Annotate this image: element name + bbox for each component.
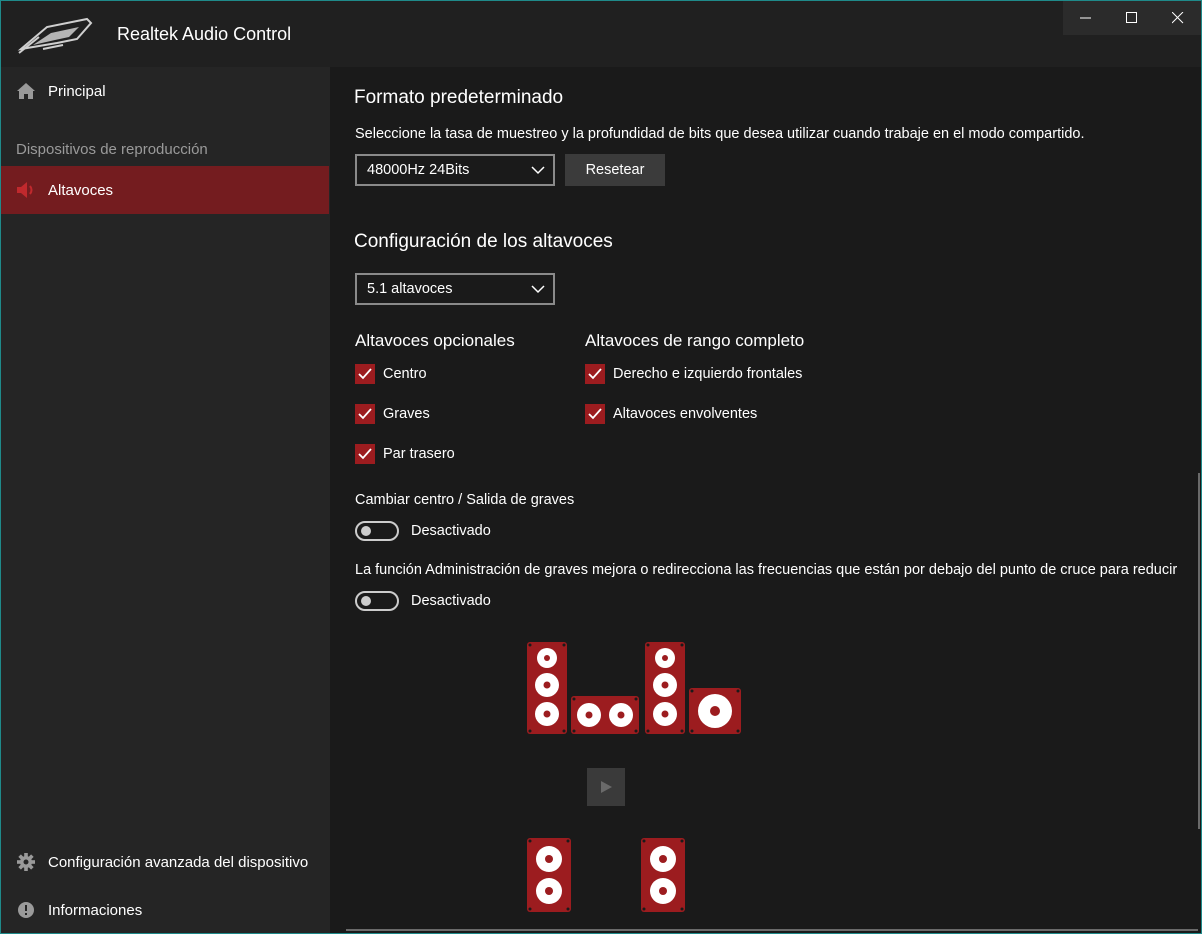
toggle-state-label: Desactivado <box>411 593 491 609</box>
checkbox-label: Centro <box>383 366 427 382</box>
main-content: Formato predeterminado Seleccione la tas… <box>330 67 1201 933</box>
close-icon <box>1172 12 1184 24</box>
app-title: Realtek Audio Control <box>117 24 292 44</box>
checkmark-icon <box>585 404 605 424</box>
speaker-rear-right[interactable] <box>641 838 685 912</box>
home-icon <box>17 83 35 99</box>
sidebar-item-label: Configuración avanzada del dispositivo <box>48 853 309 871</box>
sidebar-item-informaciones[interactable]: Informaciones <box>1 886 329 933</box>
checkbox-centro[interactable]: Centro <box>355 364 427 384</box>
speaker-rear-left[interactable] <box>527 838 571 912</box>
speaker-front-left[interactable] <box>527 642 567 734</box>
checkbox-graves[interactable]: Graves <box>355 404 430 424</box>
close-button[interactable] <box>1155 1 1201 35</box>
toggle-switch[interactable] <box>355 591 399 611</box>
sidebar-item-altavoces[interactable]: Altavoces <box>1 166 329 214</box>
app-window: Realtek Audio Control Principal Disposit… <box>0 0 1202 934</box>
sample-rate-value: 48000Hz 24Bits <box>367 162 470 178</box>
bass-management-toggle[interactable]: Desactivado <box>355 591 491 611</box>
horizontal-scrollbar[interactable] <box>346 929 1198 931</box>
rog-logo-icon <box>17 17 93 54</box>
speaker-config-title: Configuración de los altavoces <box>354 231 613 252</box>
swap-center-toggle[interactable]: Desactivado <box>355 521 491 541</box>
info-icon <box>18 902 34 918</box>
default-format-description: Seleccione la tasa de muestreo y la prof… <box>355 126 1085 142</box>
checkbox-label: Altavoces envolventes <box>613 406 758 422</box>
checkmark-icon <box>355 444 375 464</box>
gear-icon <box>17 853 35 871</box>
optional-speakers-title: Altavoces opcionales <box>355 331 515 350</box>
speaker-subwoofer[interactable] <box>689 688 741 734</box>
checkbox-front-left-right[interactable]: Derecho e izquierdo frontales <box>585 364 802 384</box>
maximize-icon <box>1126 12 1137 23</box>
test-play-button[interactable] <box>587 768 625 806</box>
speaker-icon <box>17 182 33 198</box>
swap-center-title: Cambiar centro / Salida de graves <box>355 492 575 508</box>
checkbox-label: Derecho e izquierdo frontales <box>613 366 803 382</box>
checkmark-icon <box>355 364 375 384</box>
checkmark-icon <box>355 404 375 424</box>
toggle-switch[interactable] <box>355 521 399 541</box>
play-icon <box>601 781 612 793</box>
checkbox-par-trasero[interactable]: Par trasero <box>355 444 455 464</box>
speaker-config-select[interactable]: 5.1 altavoces <box>355 273 555 305</box>
sample-rate-select[interactable]: 48000Hz 24Bits <box>355 154 555 186</box>
checkbox-surround[interactable]: Altavoces envolventes <box>585 404 757 424</box>
sidebar-item-advanced-settings[interactable]: Configuración avanzada del dispositivo <box>1 838 329 886</box>
toggle-knob <box>361 526 371 536</box>
vertical-scrollbar[interactable] <box>1198 473 1200 829</box>
maximize-button[interactable] <box>1109 1 1155 35</box>
checkbox-label: Graves <box>383 406 430 422</box>
toggle-state-label: Desactivado <box>411 523 491 539</box>
minimize-icon <box>1080 17 1091 19</box>
minimize-button[interactable] <box>1063 1 1109 35</box>
bass-management-description: La función Administración de graves mejo… <box>355 562 1178 578</box>
toggle-knob <box>361 596 371 606</box>
sidebar-item-label: Principal <box>48 82 106 100</box>
sidebar-item-principal[interactable]: Principal <box>1 67 329 115</box>
sidebar-item-label: Informaciones <box>48 901 143 919</box>
chevron-down-icon <box>531 285 545 294</box>
speaker-front-right[interactable] <box>645 642 685 734</box>
checkbox-label: Par trasero <box>383 446 455 462</box>
default-format-title: Formato predeterminado <box>354 87 564 108</box>
checkmark-icon <box>585 364 605 384</box>
full-range-title: Altavoces de rango completo <box>585 331 805 350</box>
speaker-config-value: 5.1 altavoces <box>367 281 453 297</box>
speaker-layout-diagram <box>527 642 741 912</box>
title-bar: Realtek Audio Control <box>1 1 1201 67</box>
reset-button[interactable]: Resetear <box>565 154 665 186</box>
speaker-center[interactable] <box>571 696 639 734</box>
section-header-playback-devices: Dispositivos de reproducción <box>16 141 208 158</box>
chevron-down-icon <box>531 166 545 175</box>
sidebar-item-label: Altavoces <box>48 181 114 199</box>
sidebar: Principal Dispositivos de reproducción A… <box>1 67 330 933</box>
